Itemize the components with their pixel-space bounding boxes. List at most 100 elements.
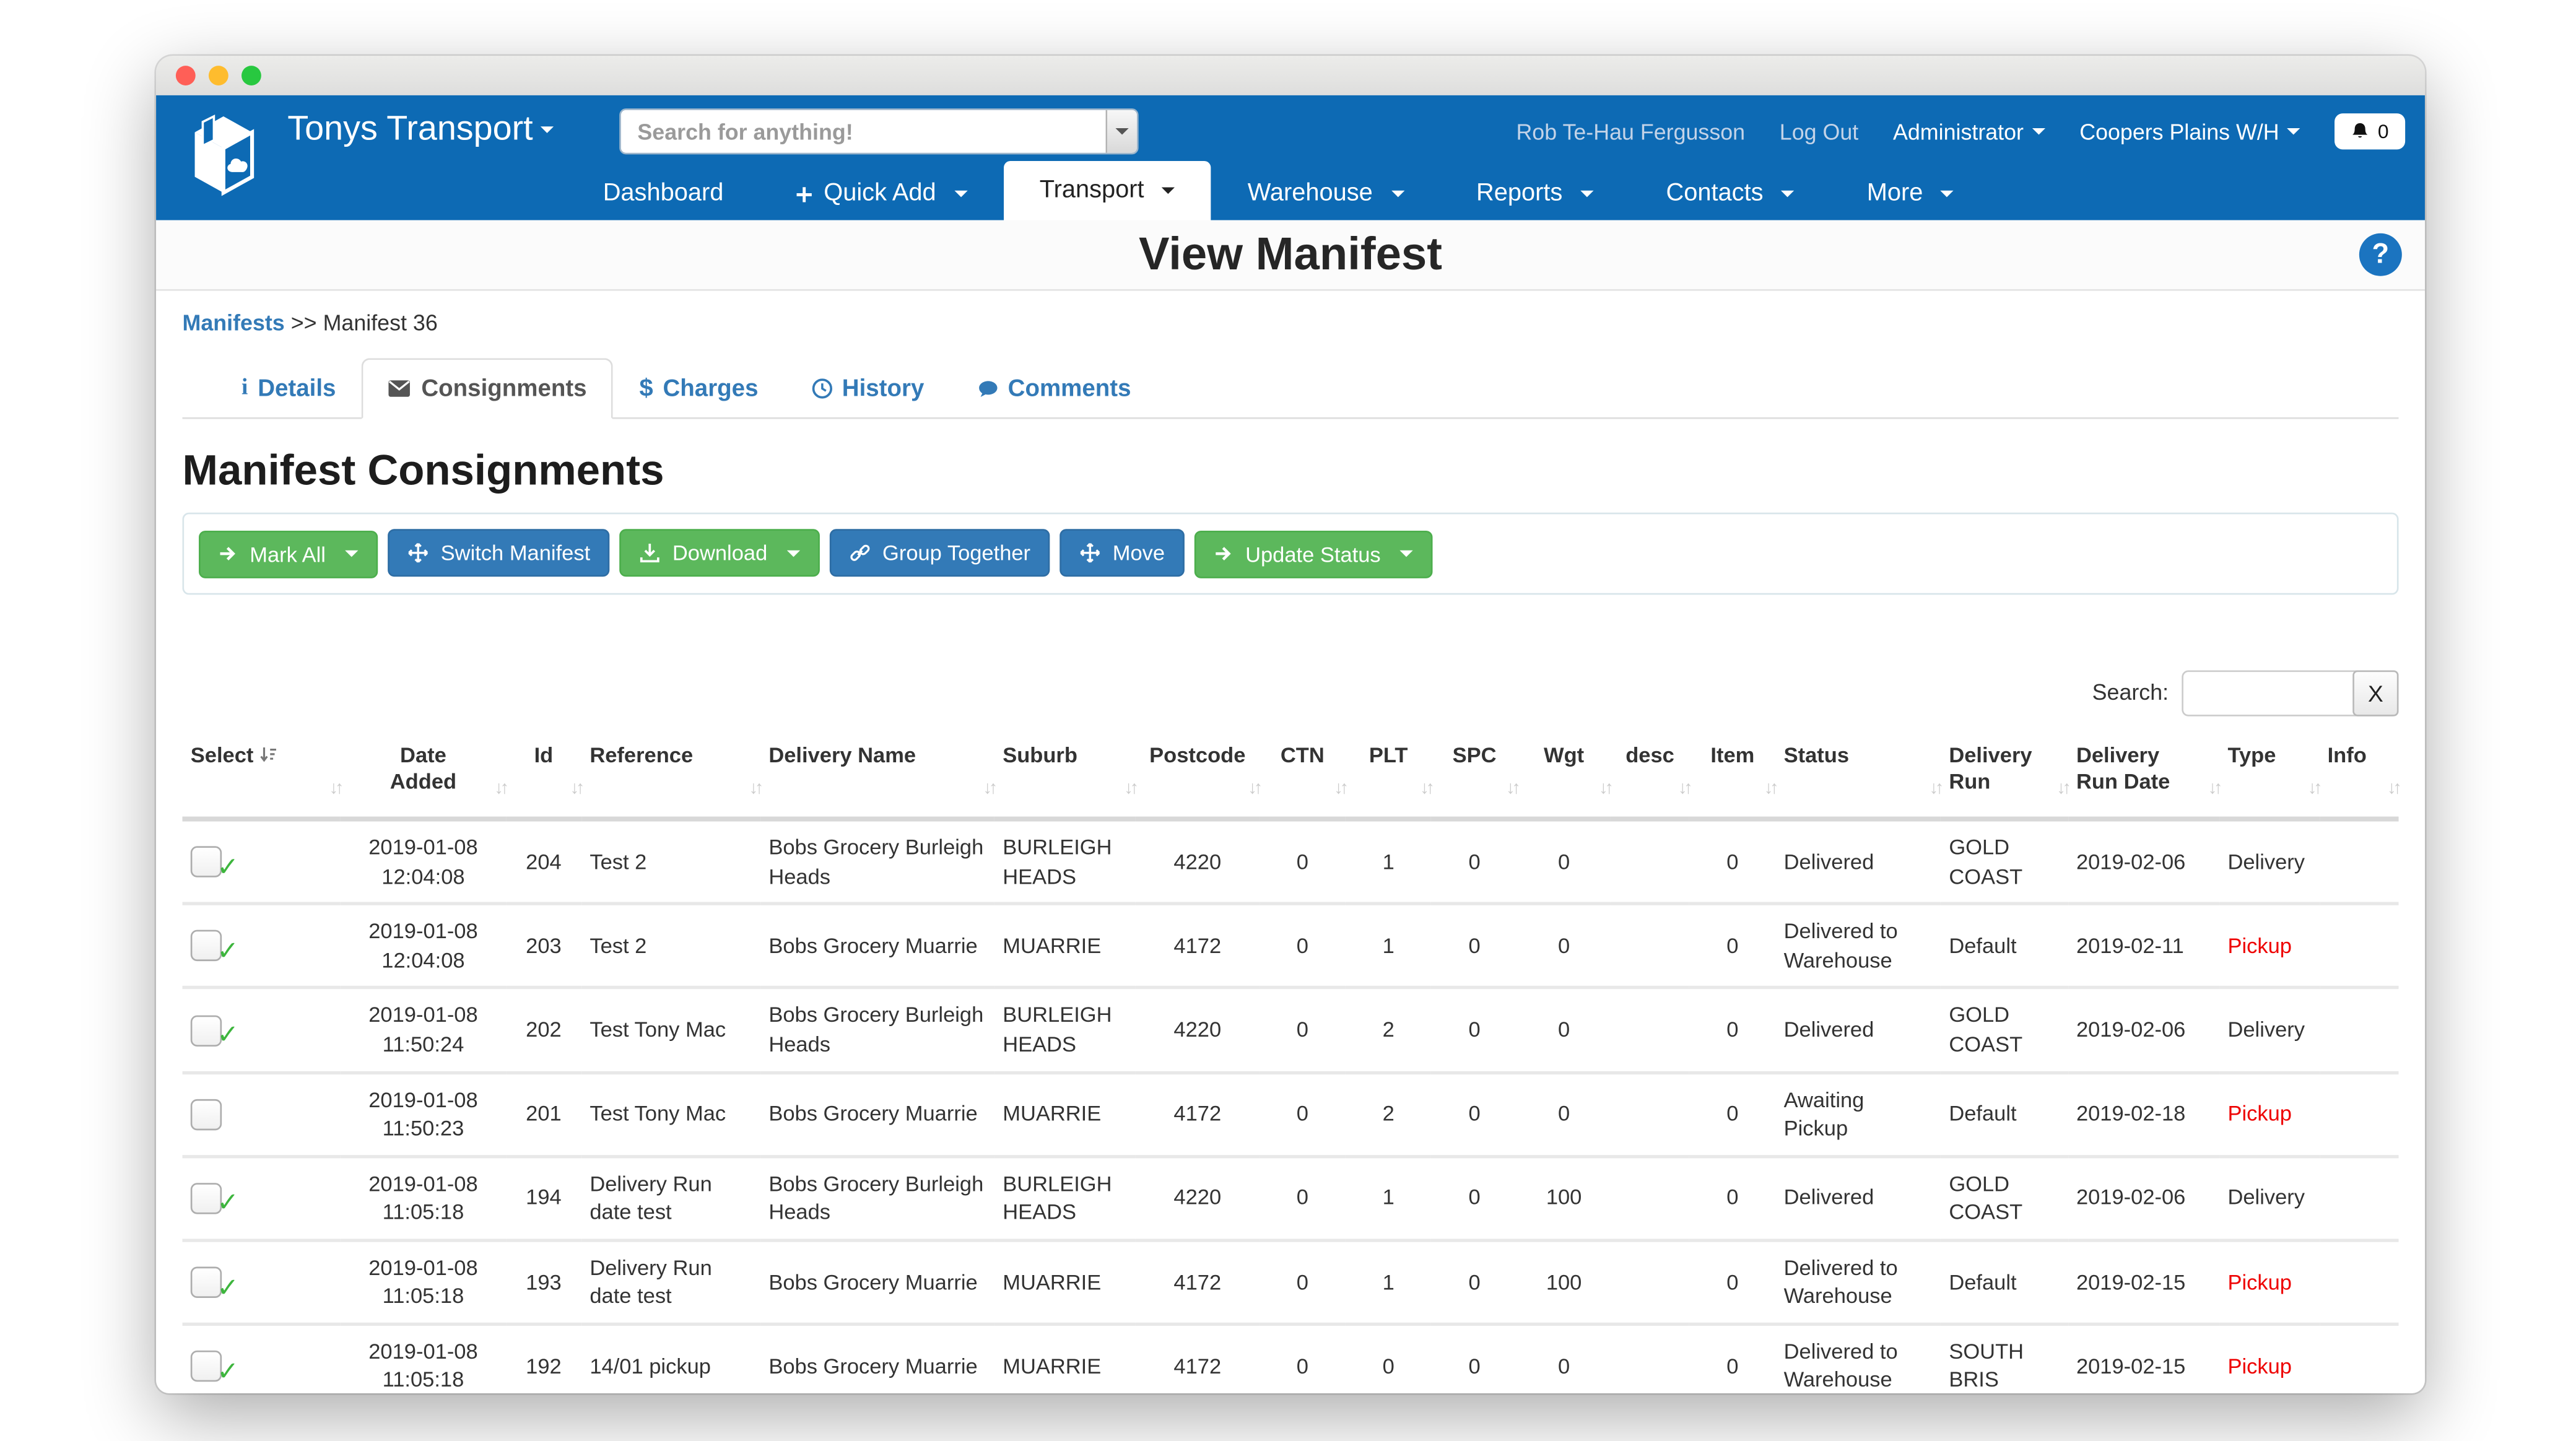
- column-header-delivery_name[interactable]: Delivery Name↓↑: [760, 735, 994, 819]
- cell-id: 193: [506, 1240, 581, 1324]
- cell-delivery_name: Bobs Grocery Muarrie: [760, 1072, 994, 1156]
- nav-item-transport[interactable]: Transport: [1003, 161, 1211, 220]
- column-header-label: Suburb: [1003, 742, 1077, 770]
- sort-icon: ↓↑: [749, 777, 760, 801]
- nav-item-more[interactable]: More: [1830, 168, 1990, 220]
- column-header-wgt[interactable]: Wgt↓↑: [1518, 735, 1611, 819]
- chevron-down-icon: [1115, 128, 1128, 135]
- help-icon[interactable]: ?: [2359, 233, 2402, 276]
- nav-item-dashboard[interactable]: Dashboard: [567, 168, 759, 220]
- column-header-ctn[interactable]: CTN↓↑: [1260, 735, 1346, 819]
- column-header-plt[interactable]: PLT↓↑: [1346, 735, 1432, 819]
- column-header-label: Status: [1784, 742, 1849, 770]
- app-logo[interactable]: [173, 107, 274, 217]
- global-search-input[interactable]: [619, 108, 1138, 154]
- nav-item-contacts[interactable]: Contacts: [1630, 168, 1830, 220]
- cell-reference: Test Tony Mac: [581, 988, 760, 1073]
- cell-wgt: 0: [1518, 1072, 1611, 1156]
- notifications-button[interactable]: 0: [2335, 113, 2405, 149]
- nav-item-quick-add[interactable]: Quick Add: [760, 168, 1004, 220]
- column-header-postcode[interactable]: Postcode↓↑: [1136, 735, 1260, 819]
- current-user[interactable]: Rob Te-Hau Fergusson: [1516, 119, 1745, 144]
- search-dropdown-button[interactable]: [1106, 110, 1137, 153]
- logout-link[interactable]: Log Out: [1780, 119, 1858, 144]
- nav-item-label: Dashboard: [603, 168, 724, 220]
- column-header-type[interactable]: Type↓↑: [2219, 735, 2319, 819]
- column-header-date[interactable]: Date Added↓↑: [341, 735, 506, 819]
- cell-item: 0: [1689, 988, 1775, 1073]
- cell-suburb: BURLEIGH HEADS: [994, 988, 1136, 1073]
- cell-info: [2319, 1072, 2398, 1156]
- cell-delivery_run_date: 2019-02-18: [2068, 1072, 2219, 1156]
- column-header-delivery_run_date[interactable]: Delivery Run Date↓↑: [2068, 735, 2219, 819]
- cell-desc: [1611, 1072, 1690, 1156]
- column-header-info[interactable]: Info↓↑: [2319, 735, 2398, 819]
- column-header-label: Type: [2227, 742, 2276, 770]
- navbar-links: Rob Te-Hau Fergusson Log Out Administrat…: [1516, 95, 2405, 168]
- column-header-item[interactable]: Item↓↑: [1689, 735, 1775, 819]
- cell-delivery_run: GOLD COAST: [1941, 819, 2068, 904]
- column-header-suburb[interactable]: Suburb↓↑: [994, 735, 1136, 819]
- breadcrumb-link-manifests[interactable]: Manifests: [182, 310, 284, 335]
- maximize-window-icon[interactable]: [242, 66, 261, 85]
- chevron-down-icon: [2032, 128, 2045, 135]
- cell-type: Delivery: [2219, 819, 2319, 904]
- tab-consignments[interactable]: Consignments: [362, 358, 613, 419]
- mark-all-button[interactable]: Mark All: [199, 530, 378, 578]
- update-status-button[interactable]: Update Status: [1194, 530, 1434, 578]
- brand-menu[interactable]: Tonys Transport: [287, 110, 554, 150]
- nav-item-label: Contacts: [1666, 168, 1763, 220]
- table-body: ✓2019-01-0812:04:08204Test 2Bobs Grocery…: [182, 819, 2398, 1393]
- column-header-spc[interactable]: SPC↓↑: [1432, 735, 1518, 819]
- table-search-row: Search: X: [182, 669, 2398, 715]
- table-row: ✓2019-01-0812:04:08203Test 2Bobs Grocery…: [182, 904, 2398, 988]
- nav-item-warehouse[interactable]: Warehouse: [1211, 168, 1440, 220]
- bell-icon: [2351, 121, 2369, 141]
- download-button[interactable]: Download: [620, 529, 820, 577]
- chevron-down-icon: [1581, 191, 1594, 198]
- cell-reference: Test Tony Mac: [581, 1072, 760, 1156]
- cell-ctn: 0: [1260, 988, 1346, 1073]
- tab-charges[interactable]: $Charges: [613, 358, 785, 419]
- column-header-delivery_run[interactable]: Delivery Run↓↑: [1941, 735, 2068, 819]
- table-search-label: Search:: [2092, 680, 2169, 705]
- top-navbar: Tonys Transport Rob Te-Hau Fergusson Log…: [156, 95, 2425, 220]
- brand-row: Tonys Transport Rob Te-Hau Fergusson Log…: [156, 95, 2425, 168]
- tab-details[interactable]: iDetails: [215, 358, 362, 419]
- move-button[interactable]: Move: [1060, 529, 1185, 577]
- comment-icon: [977, 379, 998, 399]
- cell-suburb: MUARRIE: [994, 904, 1136, 988]
- cell-item: 0: [1689, 904, 1775, 988]
- close-window-icon[interactable]: [176, 66, 196, 85]
- cell-wgt: 100: [1518, 1240, 1611, 1324]
- nav-item-reports[interactable]: Reports: [1440, 168, 1630, 220]
- tab-history[interactable]: History: [785, 358, 951, 419]
- row-checkbox[interactable]: [191, 1099, 222, 1130]
- warehouse-menu[interactable]: Coopers Plains W/H: [2079, 119, 2300, 144]
- button-label: Switch Manifest: [441, 541, 591, 565]
- cell-status: Delivered to Warehouse: [1775, 1240, 1941, 1324]
- cell-date: 2019-01-0811:05:18: [341, 1156, 506, 1240]
- cell-id: 201: [506, 1072, 581, 1156]
- cell-plt: 1: [1346, 904, 1432, 988]
- cell-date: 2019-01-0812:04:08: [341, 819, 506, 904]
- cell-plt: 2: [1346, 1072, 1432, 1156]
- minimize-window-icon[interactable]: [209, 66, 228, 85]
- column-header-desc[interactable]: desc↓↑: [1611, 735, 1690, 819]
- cell-plt: 1: [1346, 1240, 1432, 1324]
- cell-wgt: 0: [1518, 819, 1611, 904]
- column-header-select[interactable]: Select↓↑: [182, 735, 341, 819]
- tab-comments[interactable]: Comments: [951, 358, 1157, 419]
- button-label: Download: [672, 541, 767, 565]
- column-header-status[interactable]: Status↓↑: [1775, 735, 1941, 819]
- cell-status: Delivered: [1775, 819, 1941, 904]
- group-together-button[interactable]: Group Together: [830, 529, 1050, 577]
- column-header-label: Postcode: [1149, 742, 1245, 770]
- role-menu[interactable]: Administrator: [1893, 119, 2045, 144]
- clear-search-button[interactable]: X: [2352, 669, 2398, 715]
- column-header-id[interactable]: Id↓↑: [506, 735, 581, 819]
- cell-postcode: 4220: [1136, 819, 1260, 904]
- column-header-reference[interactable]: Reference↓↑: [581, 735, 760, 819]
- switch-manifest-button[interactable]: Switch Manifest: [388, 529, 610, 577]
- screen: Tonys Transport Rob Te-Hau Fergusson Log…: [0, 0, 2576, 1441]
